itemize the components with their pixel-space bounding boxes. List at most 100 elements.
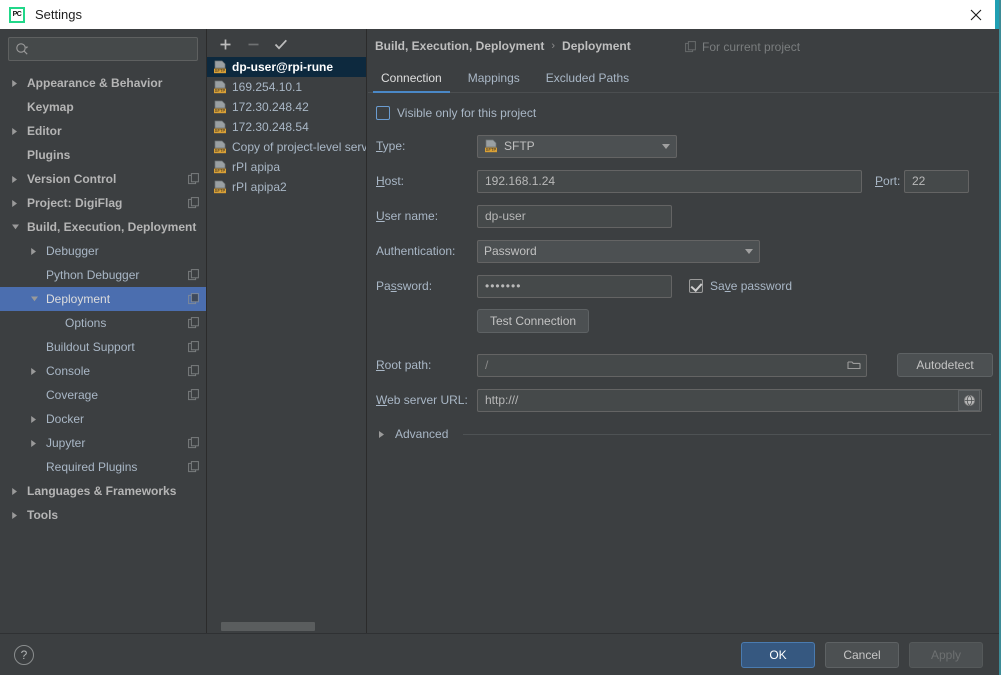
chevron-right-icon[interactable] bbox=[8, 199, 22, 208]
type-value: SFTP bbox=[504, 139, 535, 153]
globe-icon[interactable] bbox=[958, 389, 980, 411]
type-label: Type: bbox=[376, 139, 406, 153]
footer-buttons: OK Cancel Apply bbox=[741, 641, 983, 668]
apply-button[interactable]: Apply bbox=[909, 641, 983, 668]
search-input[interactable] bbox=[8, 37, 198, 61]
server-list-item[interactable]: SFTP 172.30.248.42 bbox=[207, 97, 366, 117]
dialog-footer: ? OK Cancel Apply bbox=[0, 633, 999, 675]
tab-connection[interactable]: Connection bbox=[368, 71, 455, 93]
svg-text:SFTP: SFTP bbox=[215, 88, 226, 93]
server-list-hscrollbar[interactable] bbox=[207, 621, 366, 633]
chevron-down-icon[interactable] bbox=[8, 223, 22, 231]
autodetect-button[interactable]: Autodetect bbox=[897, 353, 993, 377]
server-list-item[interactable]: SFTP Copy of project-level server bbox=[207, 137, 366, 157]
svg-text:SFTP: SFTP bbox=[215, 68, 226, 73]
sidebar-item-version-control[interactable]: Version Control bbox=[0, 167, 206, 191]
server-list-item[interactable]: SFTP 169.254.10.1 bbox=[207, 77, 366, 97]
port-input[interactable]: 22 bbox=[904, 169, 969, 193]
sidebar-item-editor[interactable]: Editor bbox=[0, 119, 206, 143]
svg-text:SFTP: SFTP bbox=[215, 128, 226, 133]
sidebar-item-python-debugger[interactable]: Python Debugger bbox=[0, 263, 206, 287]
help-button[interactable]: ? bbox=[14, 644, 34, 665]
sidebar-item-deployment[interactable]: Deployment bbox=[0, 287, 206, 311]
test-connection-button[interactable]: Test Connection bbox=[477, 309, 590, 333]
copy-badge-icon bbox=[188, 269, 200, 281]
pycharm-logo-text: PC bbox=[12, 11, 22, 18]
port-value: 22 bbox=[912, 174, 926, 188]
server-list-item[interactable]: SFTP rPI apipa bbox=[207, 157, 366, 177]
copy-badge-icon bbox=[188, 365, 200, 377]
chevron-down-icon[interactable] bbox=[27, 295, 41, 303]
server-list-item[interactable]: SFTP 172.30.248.54 bbox=[207, 117, 366, 137]
sidebar-item-build-execution-deployment[interactable]: Build, Execution, Deployment bbox=[0, 215, 206, 239]
authentication-select[interactable]: Password bbox=[477, 239, 760, 263]
chevron-right-icon[interactable] bbox=[8, 127, 22, 136]
remove-server-button[interactable] bbox=[241, 32, 265, 56]
chevron-right-icon[interactable] bbox=[27, 439, 41, 448]
chevron-right-icon[interactable] bbox=[8, 511, 22, 520]
sidebar-item-label: Appearance & Behavior bbox=[27, 76, 163, 90]
copy-badge-icon bbox=[188, 341, 200, 353]
close-icon[interactable] bbox=[953, 0, 999, 29]
test-connection-label: Test Connection bbox=[490, 314, 577, 328]
password-input[interactable]: ••••••• bbox=[477, 274, 672, 298]
sidebar-item-tools[interactable]: Tools bbox=[0, 503, 206, 527]
sftp-icon: SFTP bbox=[213, 140, 227, 154]
server-list-item-label: Copy of project-level server bbox=[232, 140, 366, 154]
sidebar-item-debugger[interactable]: Debugger bbox=[0, 239, 206, 263]
sidebar-item-coverage[interactable]: Coverage bbox=[0, 383, 206, 407]
save-password-checkbox[interactable]: Save password bbox=[689, 279, 792, 293]
help-label: ? bbox=[20, 647, 28, 662]
settings-tree: Appearance & Behavior Keymap Editor Plugins… bbox=[0, 67, 206, 527]
tab-mappings[interactable]: Mappings bbox=[455, 71, 533, 92]
sidebar-item-console[interactable]: Console bbox=[0, 359, 206, 383]
sidebar-item-label: Required Plugins bbox=[46, 460, 138, 474]
sidebar-item-required-plugins[interactable]: Required Plugins bbox=[0, 455, 206, 479]
sidebar-item-buildout-support[interactable]: Buildout Support bbox=[0, 335, 206, 359]
sidebar-item-jupyter[interactable]: Jupyter bbox=[0, 431, 206, 455]
sidebar-item-languages-frameworks[interactable]: Languages & Frameworks bbox=[0, 479, 206, 503]
sftp-icon: SFTP bbox=[213, 160, 227, 174]
breadcrumb-root[interactable]: Build, Execution, Deployment bbox=[375, 39, 544, 53]
chevron-right-icon[interactable] bbox=[27, 367, 41, 376]
web-url-label: Web server URL: bbox=[376, 393, 468, 407]
server-list-item[interactable]: SFTP rPI apipa2 bbox=[207, 177, 366, 197]
visible-only-checkbox[interactable]: Visible only for this project bbox=[376, 106, 536, 120]
username-input[interactable]: dp-user bbox=[477, 204, 672, 228]
host-input[interactable]: 192.168.1.24 bbox=[477, 169, 862, 193]
folder-icon[interactable] bbox=[843, 355, 865, 376]
sidebar-item-plugins[interactable]: Plugins bbox=[0, 143, 206, 167]
autodetect-label: Autodetect bbox=[916, 358, 974, 372]
copy-badge-icon bbox=[188, 173, 200, 185]
set-default-server-button[interactable] bbox=[269, 32, 293, 56]
port-label: Port: bbox=[875, 174, 901, 188]
ok-button[interactable]: OK bbox=[741, 641, 815, 668]
sidebar-item-project-digiflag[interactable]: Project: DigiFlag bbox=[0, 191, 206, 215]
chevron-right-icon[interactable] bbox=[8, 79, 22, 88]
sidebar-item-label: Docker bbox=[46, 412, 85, 426]
visible-only-checkbox-box[interactable] bbox=[376, 106, 390, 120]
type-select[interactable]: SFTP SFTP bbox=[477, 134, 677, 158]
server-list-item-label: dp-user@rpi-rune bbox=[232, 60, 334, 74]
advanced-section-toggle[interactable]: Advanced bbox=[367, 427, 999, 441]
root-path-input[interactable]: / bbox=[477, 353, 867, 377]
sidebar-item-appearance-behavior[interactable]: Appearance & Behavior bbox=[0, 71, 206, 95]
sidebar-item-options[interactable]: Options bbox=[0, 311, 206, 335]
sidebar-item-label: Console bbox=[46, 364, 91, 378]
chevron-down-icon bbox=[662, 143, 670, 149]
chevron-right-icon[interactable] bbox=[8, 487, 22, 496]
chevron-right-icon[interactable] bbox=[27, 415, 41, 424]
chevron-right-icon[interactable] bbox=[8, 175, 22, 184]
chevron-right-icon[interactable] bbox=[27, 247, 41, 256]
web-url-input[interactable]: http:/// bbox=[477, 388, 982, 412]
username-value: dp-user bbox=[485, 209, 526, 223]
add-server-button[interactable] bbox=[213, 32, 237, 56]
scope-label: For current project bbox=[702, 40, 801, 54]
sidebar-item-keymap[interactable]: Keymap bbox=[0, 95, 206, 119]
cancel-button[interactable]: Cancel bbox=[825, 641, 899, 668]
save-password-checkbox-box[interactable] bbox=[689, 279, 703, 293]
server-list-item[interactable]: SFTP dp-user@rpi-rune bbox=[207, 57, 366, 77]
server-list-hscroll-thumb[interactable] bbox=[221, 622, 315, 631]
sidebar-item-docker[interactable]: Docker bbox=[0, 407, 206, 431]
tab-excluded-paths[interactable]: Excluded Paths bbox=[533, 71, 642, 92]
